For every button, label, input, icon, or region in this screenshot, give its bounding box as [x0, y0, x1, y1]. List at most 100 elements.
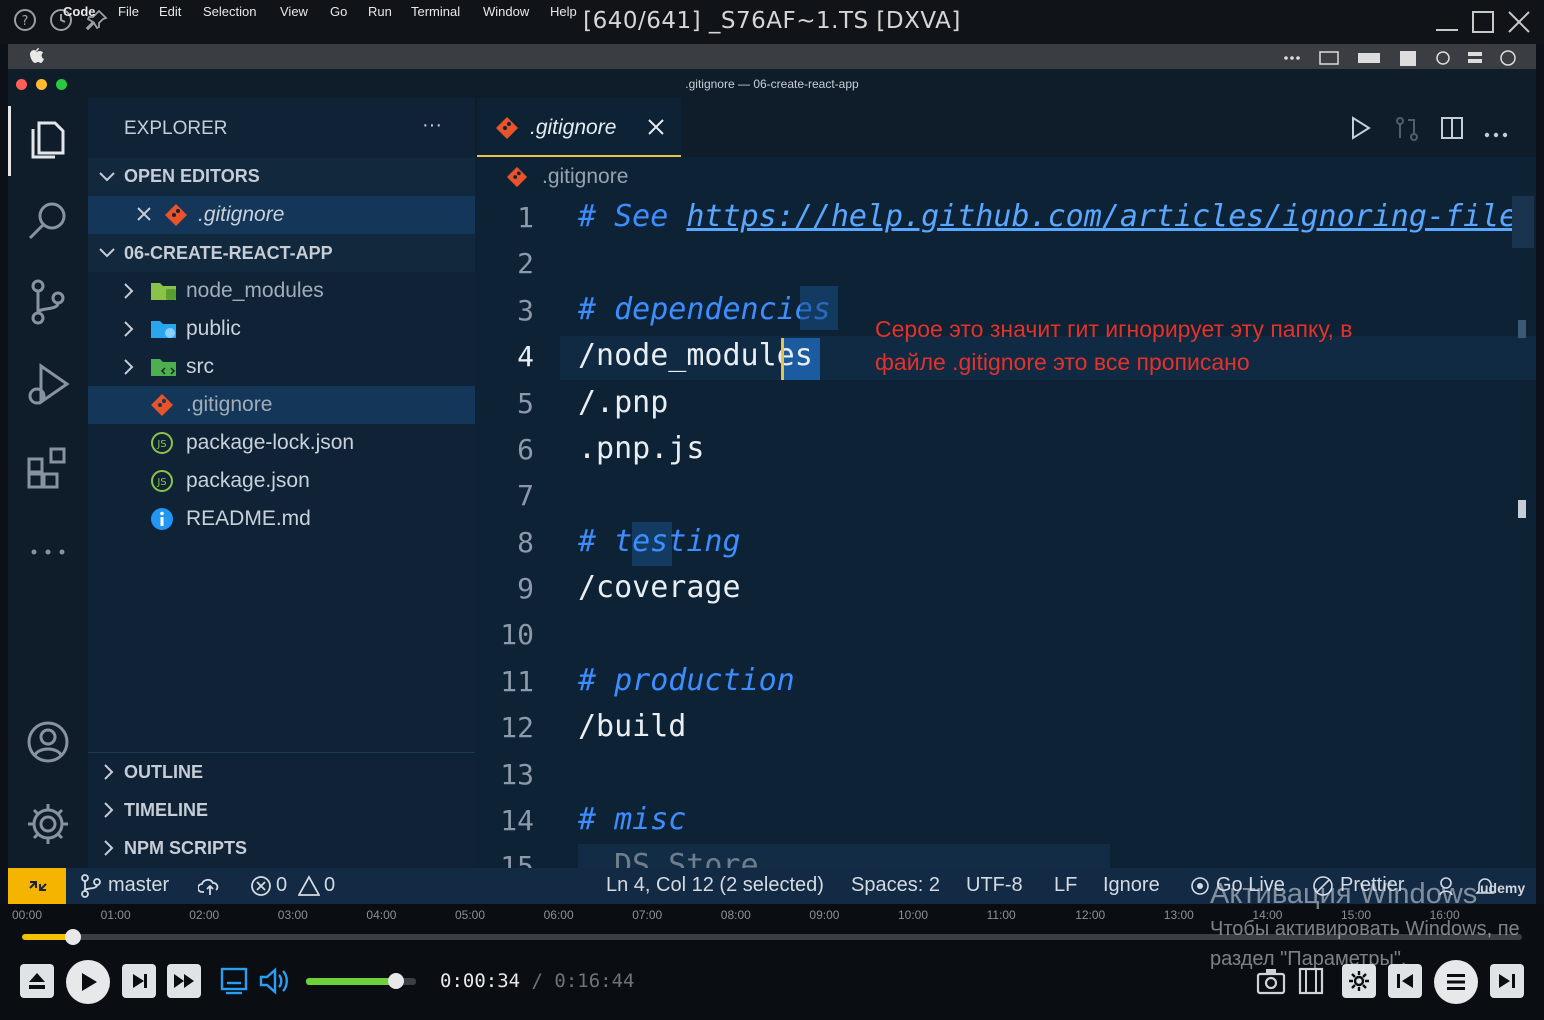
- search-icon[interactable]: [8, 190, 88, 250]
- tree-item-src[interactable]: src: [186, 355, 214, 379]
- branch-name[interactable]: master: [108, 874, 169, 897]
- tree-item-package-json[interactable]: package.json: [186, 469, 310, 493]
- encoding[interactable]: UTF-8: [966, 874, 1023, 897]
- menu-view[interactable]: View: [280, 4, 308, 19]
- sync-icon[interactable]: [197, 876, 222, 900]
- end-of-line[interactable]: LF: [1054, 874, 1077, 897]
- tree-item-readme[interactable]: README.md: [186, 507, 311, 531]
- editor-more-icon[interactable]: [1484, 124, 1508, 143]
- code-line-4[interactable]: /node_modules: [578, 338, 813, 373]
- activation-watermark-line2: Чтобы активировать Windows, пе: [1210, 918, 1520, 940]
- language-mode[interactable]: Ignore: [1103, 874, 1160, 897]
- line-number: 15: [500, 850, 534, 868]
- maximize-icon[interactable]: [1470, 10, 1496, 34]
- tree-item-selected-row[interactable]: [88, 386, 475, 424]
- chevron-right-icon: [100, 839, 116, 861]
- code-line-15[interactable]: .DS_Store: [578, 844, 1110, 868]
- code-line-12[interactable]: /build: [578, 709, 686, 744]
- menu-window[interactable]: Window: [483, 4, 529, 19]
- settings-gear-icon[interactable]: [8, 794, 88, 854]
- line-number-clip: 15: [474, 850, 534, 868]
- info-file-icon: [150, 507, 174, 535]
- code-line-6[interactable]: .pnp.js: [578, 431, 704, 466]
- explorer-icon[interactable]: [8, 108, 88, 168]
- tree-item-gitignore[interactable]: .gitignore: [186, 393, 272, 417]
- play-button[interactable]: [66, 960, 110, 1004]
- apple-icon[interactable]: [28, 47, 44, 69]
- code-line-3[interactable]: # dependencies: [578, 292, 831, 327]
- close-editor-icon[interactable]: [136, 206, 152, 226]
- menu-selection[interactable]: Selection: [203, 4, 256, 19]
- code-line-9[interactable]: /coverage: [578, 570, 741, 605]
- menu-run[interactable]: Run: [368, 4, 392, 19]
- timeline-tick-label: 07:00: [632, 908, 663, 922]
- volume-icon[interactable]: [258, 966, 290, 1000]
- accounts-icon[interactable]: [8, 712, 88, 772]
- annotation-line-2: файле .gitignore это все прописано: [875, 349, 1250, 375]
- breadcrumb[interactable]: .gitignore: [542, 165, 628, 189]
- scrollbar-thumb[interactable]: [1512, 196, 1534, 248]
- step-forward-button[interactable]: [122, 964, 156, 998]
- menu-help[interactable]: Help: [550, 4, 577, 19]
- warning-count[interactable]: 0: [324, 874, 335, 897]
- tree-item-node-modules[interactable]: node_modules: [186, 279, 324, 303]
- chevron-right-icon: [120, 282, 136, 304]
- error-count[interactable]: 0: [276, 874, 287, 897]
- tree-item-package-lock[interactable]: package-lock.json: [186, 431, 354, 455]
- next-button[interactable]: [1490, 964, 1524, 998]
- code-comment: # See: [578, 199, 687, 234]
- code-link[interactable]: https://help.github.com/articles/ignorin…: [686, 199, 1513, 234]
- extensions-icon[interactable]: [8, 438, 88, 498]
- playlist-film-icon[interactable]: [1297, 966, 1325, 1000]
- line-number: 6: [517, 433, 534, 466]
- menu-edit[interactable]: Edit: [159, 4, 181, 19]
- menu-code[interactable]: Code: [63, 4, 96, 19]
- menu-terminal[interactable]: Terminal: [411, 4, 460, 19]
- line-number: 12: [500, 711, 534, 744]
- code-line-11[interactable]: # production: [578, 663, 795, 698]
- git-file-icon: [164, 203, 188, 231]
- cursor-position[interactable]: Ln 4, Col 12 (2 selected): [606, 874, 824, 897]
- run-icon[interactable]: [1350, 116, 1372, 144]
- npm-scripts-section[interactable]: NPM SCRIPTS: [124, 838, 247, 859]
- code-line-8[interactable]: # testing: [578, 524, 741, 559]
- code-line-14[interactable]: # misc: [578, 802, 686, 837]
- subtitle-icon[interactable]: [220, 966, 248, 1000]
- tab-close-icon[interactable]: [647, 118, 665, 140]
- annotation-line-1: Серое это значит гит игнорирует эту папк…: [875, 316, 1353, 342]
- source-control-icon[interactable]: [8, 272, 88, 332]
- close-icon[interactable]: [1506, 10, 1532, 34]
- explorer-more-button[interactable]: ···: [422, 114, 442, 137]
- timeline-section[interactable]: TIMELINE: [124, 800, 208, 821]
- activation-watermark-title: Активация Windows: [1210, 878, 1478, 910]
- timeline-tick-label: 01:00: [100, 908, 131, 922]
- code-line-1[interactable]: # See https://help.github.com/articles/i…: [578, 199, 1513, 241]
- timeline-tick-label: 06:00: [543, 908, 574, 922]
- menu-button[interactable]: [1434, 960, 1478, 1004]
- menu-file[interactable]: File: [118, 4, 139, 19]
- eject-button[interactable]: [20, 964, 54, 998]
- line-number: 7: [517, 479, 534, 512]
- tree-item-public[interactable]: public: [186, 317, 241, 341]
- seek-thumb[interactable]: [65, 929, 81, 945]
- screenshot-icon[interactable]: [1256, 966, 1286, 1000]
- chevron-down-icon: [98, 168, 116, 190]
- run-debug-icon[interactable]: [8, 354, 88, 414]
- split-editor-icon[interactable]: [1440, 116, 1464, 144]
- code-line-5[interactable]: /.pnp: [578, 385, 668, 420]
- git-file-icon: [150, 393, 174, 421]
- indentation[interactable]: Spaces: 2: [851, 874, 940, 897]
- outline-section[interactable]: OUTLINE: [124, 762, 203, 783]
- line-number: 1: [517, 201, 534, 234]
- broadcast-icon: [1190, 876, 1210, 900]
- menu-go[interactable]: Go: [330, 4, 347, 19]
- more-icon[interactable]: [8, 522, 88, 582]
- json-file-icon: JS: [150, 469, 174, 497]
- minimize-icon[interactable]: [1434, 10, 1460, 34]
- open-changes-icon[interactable]: [1394, 116, 1420, 146]
- line-number: 8: [517, 526, 534, 559]
- volume-fill: [306, 978, 397, 985]
- line-number: 4: [517, 340, 534, 373]
- folder-public-icon: [150, 318, 178, 344]
- fast-forward-button[interactable]: [167, 964, 201, 998]
